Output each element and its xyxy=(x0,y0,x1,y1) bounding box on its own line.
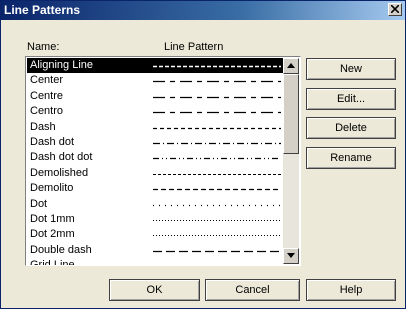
pattern-preview xyxy=(153,235,281,237)
title-bar[interactable]: Line Patterns xyxy=(1,1,405,20)
cancel-button[interactable]: Cancel xyxy=(205,279,300,301)
pattern-name: Demolito xyxy=(30,182,74,195)
pattern-name: Centro xyxy=(30,105,64,118)
pattern-row[interactable]: Dot 2mm xyxy=(27,227,283,242)
pattern-list[interactable]: Aligning Line Center Centre Centro Dash Dash … xyxy=(25,56,301,266)
pattern-row[interactable]: Centre xyxy=(27,89,283,104)
column-header-pattern: Line Pattern xyxy=(164,41,224,53)
rename-button[interactable]: Rename xyxy=(306,147,396,169)
pattern-name: Grid Line xyxy=(30,259,75,266)
pattern-preview xyxy=(153,112,281,114)
pattern-name: Demolished xyxy=(30,166,89,179)
pattern-preview xyxy=(153,81,281,83)
pattern-name: Dash xyxy=(30,120,56,133)
ok-button[interactable]: OK xyxy=(109,279,200,301)
vertical-scrollbar[interactable] xyxy=(283,58,299,264)
pattern-name: Dash dot dot xyxy=(30,151,93,164)
pattern-row[interactable]: Demolito xyxy=(27,181,283,196)
pattern-preview xyxy=(153,96,281,98)
scroll-up-button[interactable] xyxy=(283,58,299,74)
pattern-name: Dot xyxy=(30,197,48,210)
pattern-preview xyxy=(153,142,281,145)
help-button[interactable]: Help xyxy=(306,279,396,301)
pattern-preview xyxy=(153,158,281,160)
close-button[interactable] xyxy=(388,3,402,16)
pattern-row[interactable]: Dot 1mm xyxy=(27,212,283,227)
pattern-name: Dot 1mm xyxy=(30,212,75,225)
close-icon xyxy=(391,5,399,13)
pattern-preview xyxy=(153,65,281,68)
pattern-name: Aligning Line xyxy=(30,59,93,71)
arrow-up-icon xyxy=(287,63,295,68)
window-title: Line Patterns xyxy=(4,3,81,17)
pattern-row[interactable]: Aligning Line xyxy=(27,58,283,74)
pattern-name: Double dash xyxy=(30,243,92,256)
pattern-preview xyxy=(153,219,281,221)
pattern-preview xyxy=(153,188,281,191)
pattern-row[interactable]: Demolished xyxy=(27,166,283,181)
pattern-row[interactable]: Dot xyxy=(27,197,283,212)
pattern-name: Centre xyxy=(30,89,64,102)
pattern-row[interactable]: Double dash xyxy=(27,243,283,258)
pattern-name: Dot 2mm xyxy=(30,228,75,241)
scroll-down-button[interactable] xyxy=(283,248,299,264)
pattern-name: Dash dot xyxy=(30,135,75,148)
pattern-name: Center xyxy=(30,74,64,87)
pattern-preview xyxy=(153,204,281,206)
pattern-row[interactable]: Dash dot dot xyxy=(27,150,283,165)
pattern-preview xyxy=(153,265,281,266)
new-button[interactable]: New xyxy=(306,58,396,80)
pattern-row[interactable]: Center xyxy=(27,73,283,88)
pattern-preview xyxy=(153,127,281,129)
delete-button[interactable]: Delete xyxy=(306,117,396,139)
arrow-down-icon xyxy=(287,253,295,258)
pattern-row[interactable]: Centro xyxy=(27,104,283,119)
pattern-row[interactable]: Dash dot xyxy=(27,135,283,150)
pattern-row[interactable]: Dash xyxy=(27,120,283,135)
pattern-row[interactable]: Grid Line xyxy=(27,258,283,266)
column-header-name: Name: xyxy=(27,41,60,53)
pattern-preview xyxy=(153,173,281,175)
scroll-thumb[interactable] xyxy=(283,74,299,154)
pattern-list-rows: Aligning Line Center Centre Centro Dash Dash … xyxy=(27,58,283,266)
line-patterns-dialog: Line Patterns Name: Line Pattern Alignin… xyxy=(0,0,406,309)
edit-button[interactable]: Edit... xyxy=(306,88,396,110)
pattern-preview xyxy=(153,250,281,252)
